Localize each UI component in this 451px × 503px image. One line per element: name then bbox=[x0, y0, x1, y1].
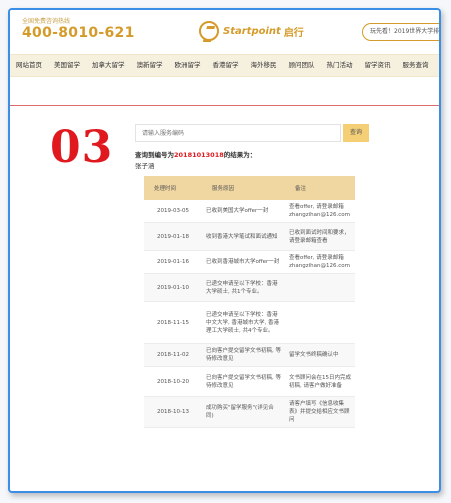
cell-reason: 已递交申请至以下学校：香港大学硕士, 共1个专业。 bbox=[202, 273, 285, 302]
hotline-number: 400-8010-621 bbox=[22, 25, 135, 41]
header-time: 处理时间 bbox=[144, 176, 202, 200]
nav-item-news[interactable]: 留学资讯 bbox=[359, 55, 397, 76]
nav-item-immigration[interactable]: 海外移民 bbox=[245, 55, 283, 76]
cell-remark: 留学文书终稿确认中 bbox=[285, 343, 355, 367]
cell-reason: 已收到美国大学offer一封 bbox=[202, 200, 285, 223]
result-code: 20181013018 bbox=[174, 151, 224, 159]
cell-date: 2019-01-16 bbox=[144, 250, 202, 274]
table-header-row: 处理时间 服务原因 备注 bbox=[144, 176, 355, 200]
nav-item-europe[interactable]: 欧洲留学 bbox=[169, 55, 207, 76]
site-logo[interactable]: Startpoint 启行 bbox=[199, 21, 304, 41]
nav-item-home[interactable]: 网站首页 bbox=[10, 55, 48, 76]
page-frame: 全国免费咨询热线 400-8010-621 Startpoint 启行 玩先看！… bbox=[8, 8, 441, 493]
table-row: 2018-10-20 已向客户提交留学文书初稿, 等待修改意见 文书顾问会在15… bbox=[144, 366, 355, 397]
cell-remark bbox=[285, 273, 355, 302]
header-remark: 备注 bbox=[285, 176, 355, 200]
result-client-name: 张子涵 bbox=[135, 162, 155, 170]
service-code-input[interactable] bbox=[135, 124, 341, 142]
cell-remark bbox=[285, 301, 355, 344]
nav-item-usa[interactable]: 美国留学 bbox=[48, 55, 86, 76]
result-summary: 查询到编号为20181013018的结果为： bbox=[135, 149, 256, 159]
cell-remark: 查看offer, 请登录邮箱zhangzihan@126.com bbox=[285, 200, 355, 223]
logo-icon bbox=[199, 21, 219, 41]
cell-remark: 已收到面试时间和要求，请登录邮箱查看 bbox=[285, 222, 355, 251]
cell-date: 2018-10-13 bbox=[144, 396, 202, 428]
cell-date: 2018-11-02 bbox=[144, 343, 202, 367]
service-records-table: 处理时间 服务原因 备注 2019-03-05 已收到美国大学offer一封 查… bbox=[144, 176, 355, 428]
table-row: 2018-11-15 已递交申请至以下学校：香港中文大学, 香港城市大学, 香港… bbox=[144, 301, 355, 344]
logo-text: Startpoint bbox=[223, 25, 281, 37]
cell-reason: 已向客户提交留学文书初稿, 等待修改意见 bbox=[202, 343, 285, 367]
cell-reason: 成功购买"留学服务"(详见合同) bbox=[202, 396, 285, 428]
nav-item-service-query[interactable]: 服务查询 bbox=[397, 55, 435, 76]
query-button[interactable]: 查询 bbox=[343, 124, 369, 142]
header-search-box[interactable]: 玩先看！2019世界大学排名 bbox=[362, 23, 439, 41]
cell-reason: 已向客户提交留学文书初稿, 等待修改意见 bbox=[202, 366, 285, 397]
nav-item-aus-nz[interactable]: 澳新留学 bbox=[131, 55, 169, 76]
cell-date: 2018-10-20 bbox=[144, 366, 202, 397]
table-row: 2019-03-05 已收到美国大学offer一封 查看offer, 请登录邮箱… bbox=[144, 200, 355, 223]
table-row: 2018-10-13 成功购买"留学服务"(详见合同) 请客户填写《信息收集表》… bbox=[144, 396, 355, 428]
table-row: 2019-01-10 已递交申请至以下学校：香港大学硕士, 共1个专业。 bbox=[144, 273, 355, 302]
section-divider bbox=[10, 105, 439, 106]
site-header: 全国免费咨询热线 400-8010-621 Startpoint 启行 玩先看！… bbox=[10, 10, 439, 54]
cell-date: 2018-11-15 bbox=[144, 301, 202, 344]
nav-item-events[interactable]: 热门活动 bbox=[321, 55, 359, 76]
result-prefix: 查询到编号为 bbox=[135, 151, 174, 159]
cell-date: 2019-01-18 bbox=[144, 222, 202, 251]
cell-remark: 文书顾问会在15日内完成初稿, 请客户做好准备 bbox=[285, 366, 355, 397]
cell-remark: 请客户填写《信息收集表》并提交给相应文书顾问 bbox=[285, 396, 355, 428]
result-suffix: 的结果为： bbox=[223, 151, 257, 159]
table-row: 2019-01-16 已收到香港城市大学offer一封 查看offer, 请登录… bbox=[144, 250, 355, 274]
step-number: 03 bbox=[50, 122, 114, 173]
header-reason: 服务原因 bbox=[202, 176, 285, 200]
table-row: 2019-01-18 收到香港大学笔试和面试通知 已收到面试时间和要求，请登录邮… bbox=[144, 222, 355, 251]
nav-item-hongkong[interactable]: 香港留学 bbox=[207, 55, 245, 76]
hotline-label: 全国免费咨询热线 bbox=[22, 18, 71, 25]
cell-date: 2019-01-10 bbox=[144, 273, 202, 302]
cell-reason: 收到香港大学笔试和面试通知 bbox=[202, 222, 285, 251]
cell-reason: 已递交申请至以下学校：香港中文大学, 香港城市大学, 香港理工大学硕士, 共4个… bbox=[202, 301, 285, 344]
logo-text-cn: 启行 bbox=[283, 27, 304, 39]
main-nav: 网站首页 美国留学 加拿大留学 澳新留学 欧洲留学 香港留学 海外移民 顾问团队… bbox=[10, 54, 439, 77]
cell-date: 2019-03-05 bbox=[144, 200, 202, 223]
table-row: 2018-11-02 已向客户提交留学文书初稿, 等待修改意见 留学文书终稿确认… bbox=[144, 343, 355, 367]
cell-reason: 已收到香港城市大学offer一封 bbox=[202, 250, 285, 274]
nav-item-consultants[interactable]: 顾问团队 bbox=[283, 55, 321, 76]
cell-remark: 查看offer, 请登录邮箱zhangzihan@126.com bbox=[285, 250, 355, 274]
nav-item-canada[interactable]: 加拿大留学 bbox=[86, 55, 131, 76]
